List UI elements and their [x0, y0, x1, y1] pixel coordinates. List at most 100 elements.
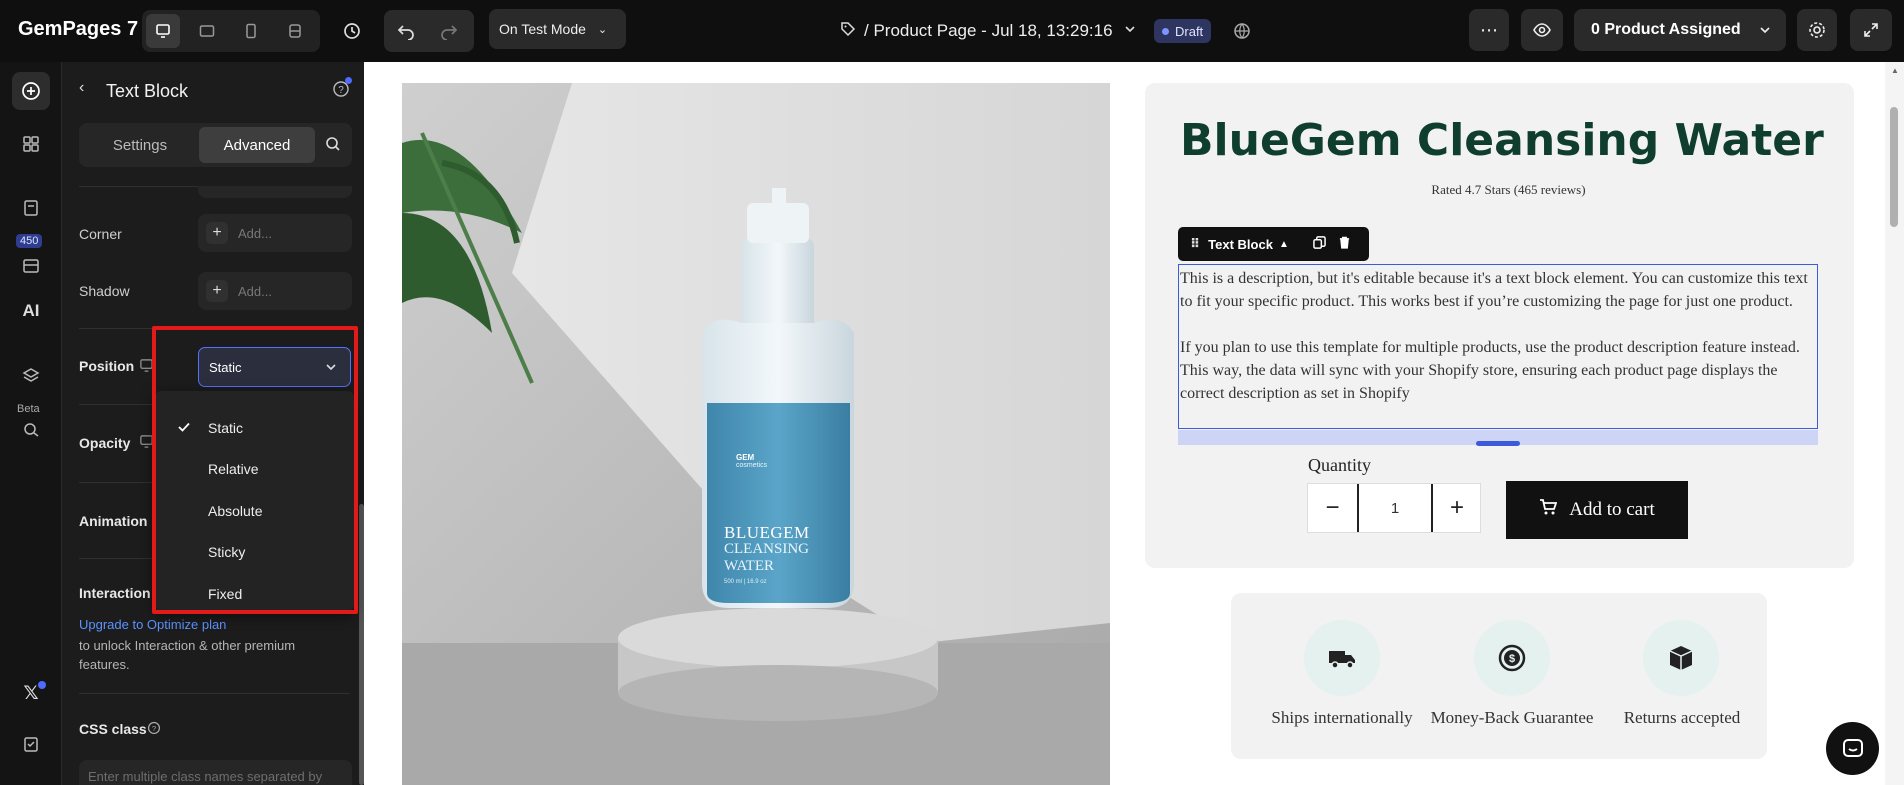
draft-label: Draft: [1175, 23, 1204, 39]
option-sticky[interactable]: Sticky: [155, 533, 354, 571]
shadow-add-field[interactable]: + Add...: [198, 272, 352, 310]
bottle-label-text: GEM cosmetics BLUEGEM CLEANSING WATER 50…: [402, 83, 1110, 785]
chevron-down-icon: [1123, 21, 1137, 41]
back-icon[interactable]: ‹: [79, 79, 84, 97]
toolbar-label: Text Block: [1208, 236, 1273, 252]
redo-icon[interactable]: [440, 22, 458, 45]
left-rail: 450 AI Beta 𝕏: [0, 62, 62, 785]
option-static[interactable]: Static: [155, 409, 354, 447]
minus-button[interactable]: −: [1308, 484, 1357, 532]
apps-icon[interactable]: [12, 125, 50, 163]
layout-icon[interactable]: [278, 14, 312, 48]
description-paragraph-1: This is a description, but it's editable…: [1180, 270, 1808, 310]
product-assigned-dropdown[interactable]: 0 Product Assigned: [1574, 9, 1786, 51]
add-to-cart-button[interactable]: Add to cart: [1506, 481, 1688, 539]
svg-text:?: ?: [338, 85, 344, 96]
gear-icon[interactable]: [1797, 9, 1837, 51]
quantity-stepper: − 1 +: [1307, 483, 1481, 533]
tab-advanced[interactable]: Advanced: [199, 127, 315, 163]
x-icon[interactable]: 𝕏: [12, 674, 50, 712]
ai-icon[interactable]: AI: [12, 292, 50, 330]
page-title-dropdown[interactable]: / Product Page - Jul 18, 13:29:16: [840, 16, 1137, 46]
desktop-icon: [139, 358, 154, 378]
divider: [79, 328, 350, 329]
panel-title: Text Block: [106, 81, 189, 101]
divider: [79, 693, 350, 694]
device-switcher: [142, 10, 320, 52]
scroll-up-icon[interactable]: ▲: [1891, 66, 1899, 75]
tablet-icon[interactable]: [190, 14, 224, 48]
draft-badge: Draft: [1154, 19, 1212, 43]
undo-icon[interactable]: [397, 22, 415, 45]
test-mode-dropdown[interactable]: On Test Mode ⌄: [489, 9, 626, 49]
svg-text:?: ?: [152, 724, 157, 733]
option-label: Fixed: [208, 586, 243, 602]
bottle-small: 500 ml | 16.9 oz: [724, 579, 767, 585]
svg-text:$: $: [1509, 653, 1515, 665]
history-icon[interactable]: [339, 18, 365, 44]
clipboard-icon[interactable]: [12, 725, 50, 763]
top-toolbar: GemPages 7 On Test Mode ⌄ / Product Page…: [0, 0, 1904, 62]
chevron-down-icon: [1758, 23, 1772, 42]
description-text-block[interactable]: This is a description, but it's editable…: [1178, 264, 1818, 429]
option-relative[interactable]: Relative: [155, 450, 354, 488]
option-absolute[interactable]: Absolute: [155, 492, 354, 530]
canvas-scrollbar[interactable]: ▲: [1885, 62, 1904, 785]
bottle-sub: cosmetics: [736, 462, 768, 469]
more-options-icon[interactable]: ⋯: [1469, 9, 1509, 51]
product-info-card: BlueGem Cleansing Water Rated 4.7 Stars …: [1145, 83, 1854, 568]
fullscreen-icon[interactable]: [1850, 9, 1892, 51]
desktop-icon[interactable]: [146, 14, 180, 48]
position-dropdown-menu: Static Relative Absolute Sticky Fixed: [155, 391, 354, 611]
plus-button[interactable]: +: [1433, 484, 1481, 532]
preview-icon[interactable]: [1521, 9, 1563, 51]
scrollbar-thumb[interactable]: [1890, 107, 1898, 227]
editor-canvas: GEM cosmetics BLUEGEM CLEANSING WATER 50…: [364, 62, 1904, 785]
check-icon: [177, 420, 191, 437]
drag-handle-icon[interactable]: ⠿: [1190, 236, 1200, 252]
cart-icon: [1539, 498, 1558, 522]
box-icon: [1643, 620, 1719, 696]
delete-icon[interactable]: [1338, 236, 1351, 252]
shadow-add-text: Add...: [238, 283, 272, 299]
css-class-input[interactable]: Enter multiple class names separated by: [79, 760, 352, 785]
shadow-label: Shadow: [79, 283, 130, 299]
position-label: Position: [79, 358, 135, 374]
plus-icon: +: [206, 222, 228, 244]
bottle-line1: BLUEGEM: [724, 523, 810, 542]
option-label: Absolute: [208, 503, 263, 519]
add-to-cart-label: Add to cart: [1569, 499, 1655, 520]
help-icon[interactable]: ?: [147, 721, 161, 740]
quantity-input[interactable]: 1: [1359, 484, 1431, 532]
resize-handle[interactable]: [1476, 441, 1520, 446]
chat-bubble-icon[interactable]: [1826, 722, 1879, 775]
mobile-icon[interactable]: [234, 14, 268, 48]
product-image[interactable]: GEM cosmetics BLUEGEM CLEANSING WATER 50…: [402, 83, 1110, 785]
pages-icon[interactable]: [12, 189, 50, 227]
description-paragraph-2: If you plan to use this template for mul…: [1180, 339, 1800, 402]
library-icon[interactable]: [12, 247, 50, 285]
product-title[interactable]: BlueGem Cleansing Water: [1180, 115, 1824, 166]
test-mode-label: On Test Mode: [499, 21, 586, 37]
position-select[interactable]: Static: [198, 347, 351, 387]
search-icon[interactable]: [325, 136, 341, 157]
option-fixed[interactable]: Fixed: [155, 575, 354, 613]
product-rating: Rated 4.7 Stars (465 reviews): [1431, 182, 1586, 197]
credits-badge: 450: [16, 234, 43, 248]
corner-add-text: Add...: [238, 225, 272, 241]
option-label: Relative: [208, 461, 259, 477]
tab-settings[interactable]: Settings: [83, 127, 197, 163]
globe-icon[interactable]: [1229, 18, 1255, 44]
caret-up-icon[interactable]: ▲: [1279, 239, 1289, 250]
truck-icon: [1304, 620, 1380, 696]
corner-add-field[interactable]: + Add...: [198, 214, 352, 252]
upgrade-link[interactable]: Upgrade to Optimize plan: [79, 617, 226, 632]
experiment-icon[interactable]: [12, 409, 50, 447]
duplicate-icon[interactable]: [1313, 236, 1326, 252]
add-element-icon[interactable]: [12, 72, 50, 110]
layers-icon[interactable]: [12, 357, 50, 395]
feature-label-returns: Returns accepted: [1623, 708, 1741, 727]
product-assigned-label: 0 Product Assigned: [1591, 21, 1741, 38]
tag-icon: [840, 21, 856, 42]
chevron-down-icon: ⌄: [597, 23, 608, 36]
